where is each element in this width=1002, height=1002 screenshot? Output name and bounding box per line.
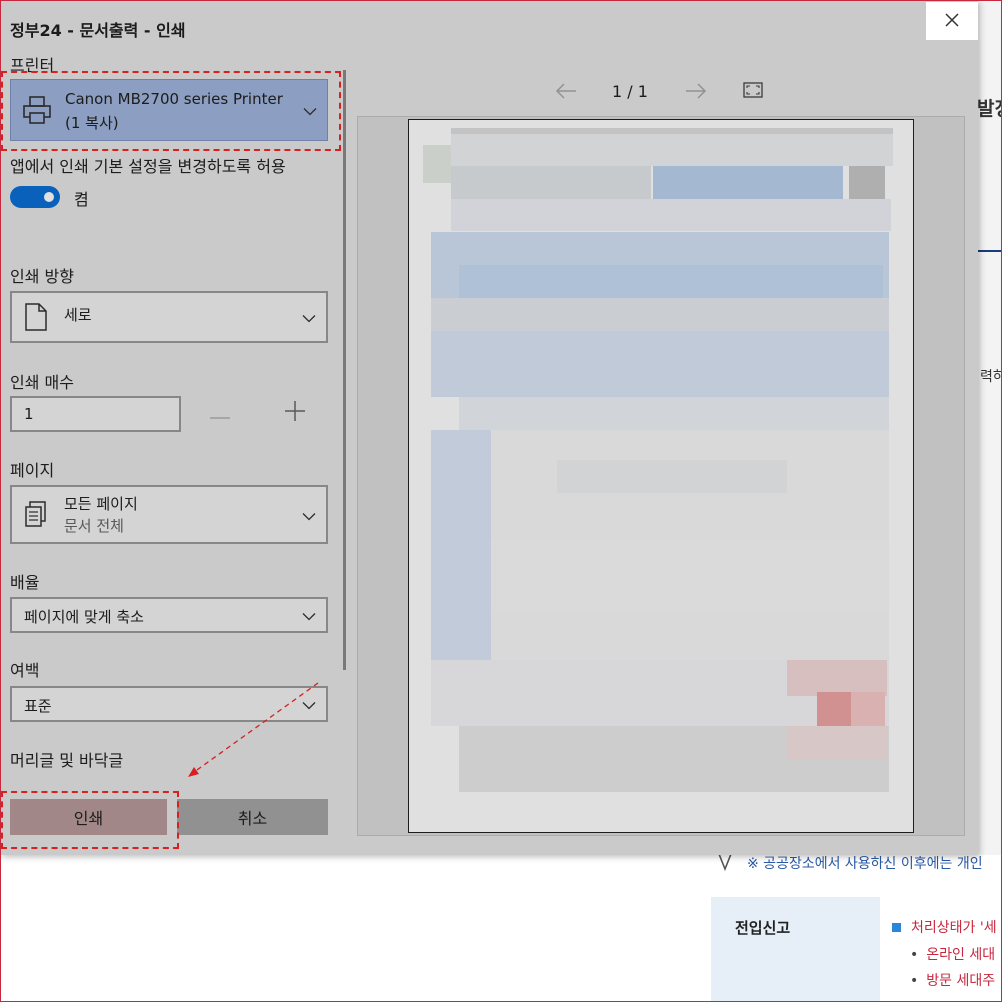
print-dialog: 정부24 - 문서출력 - 인쇄 프린터 Canon MB2700 series… [0, 0, 978, 855]
preview-page [408, 119, 914, 833]
copies-value: 1 [24, 405, 34, 423]
service-row-title: 전입신고 [735, 919, 791, 937]
service-row-line-3: 방문 세대주 [926, 973, 996, 989]
app-setting-toggle[interactable] [10, 186, 60, 208]
copies-label: 인쇄 매수 [10, 373, 74, 392]
page-indicator: 1 / 1 [612, 82, 648, 101]
pages-icon [24, 501, 48, 533]
orientation-value: 세로 [64, 306, 92, 324]
app-setting-label: 앱에서 인쇄 기본 설정을 변경하도록 허용 [10, 157, 286, 176]
chevron-down-icon [302, 505, 316, 524]
chevron-down-icon [303, 101, 317, 120]
service-row-line-2: 온라인 세대 [926, 947, 996, 963]
square-bullet-icon [892, 923, 901, 932]
bullet-icon: • [910, 973, 919, 989]
service-row-line-1: 처리상태가 '세 [911, 920, 997, 936]
pages-select[interactable]: 모든 페이지 문서 전체 [10, 485, 328, 544]
chevron-down-icon [302, 308, 316, 327]
settings-scrollbar[interactable] [343, 70, 346, 670]
printer-name: Canon MB2700 series Printer [65, 90, 283, 108]
background-side-fragment: 력하 [980, 369, 1002, 385]
previous-page-button[interactable] [555, 78, 577, 108]
margins-label: 여백 [10, 661, 40, 680]
copies-input[interactable]: 1 [10, 396, 181, 432]
pages-sub: 문서 전체 [64, 517, 124, 535]
printer-select[interactable]: Canon MB2700 series Printer (1 복사) [10, 79, 328, 141]
bullet-icon: • [910, 947, 919, 963]
scale-label: 배율 [10, 573, 40, 592]
next-page-button[interactable] [685, 78, 707, 108]
print-button[interactable]: 인쇄 [10, 799, 167, 835]
orientation-label: 인쇄 방향 [10, 267, 74, 286]
scale-select[interactable]: 페이지에 맞게 축소 [10, 597, 328, 633]
minus-icon [210, 404, 230, 423]
portrait-page-icon [24, 302, 48, 336]
decrease-copies-button[interactable] [205, 398, 235, 428]
scale-value: 페이지에 맞게 축소 [24, 608, 144, 626]
background-notice-text: ※ 공공장소에서 사용하신 이후에는 개인 [747, 856, 983, 872]
background-heading-fragment: 발징 [977, 98, 1002, 120]
annotation-arrow [188, 682, 319, 777]
printer-copy-note: (1 복사) [65, 114, 119, 132]
cancel-button[interactable]: 취소 [177, 799, 328, 835]
close-icon [945, 12, 959, 31]
pages-label: 페이지 [10, 461, 55, 480]
app-setting-toggle-state: 켬 [74, 190, 89, 209]
orientation-select[interactable]: 세로 [10, 291, 328, 343]
plus-icon [285, 401, 305, 425]
dialog-title: 정부24 - 문서출력 - 인쇄 [10, 21, 186, 40]
increase-copies-button[interactable] [280, 398, 310, 428]
background-right-strip [978, 0, 1002, 855]
background-divider [978, 250, 1002, 252]
pages-value: 모든 페이지 [64, 495, 138, 513]
margins-value: 표준 [24, 697, 52, 715]
chevron-down-icon [302, 606, 316, 625]
printer-icon [21, 94, 53, 130]
printer-label: 프린터 [10, 56, 55, 75]
preview-toolbar: 1 / 1 [540, 78, 780, 106]
close-button[interactable] [926, 2, 978, 40]
fullscreen-icon[interactable] [743, 82, 763, 102]
header-footer-label[interactable]: 머리글 및 바닥글 [10, 747, 123, 771]
background-service-row: 전입신고 처리상태가 '세 • 온라인 세대 • 방문 세대주 [711, 897, 1002, 1002]
